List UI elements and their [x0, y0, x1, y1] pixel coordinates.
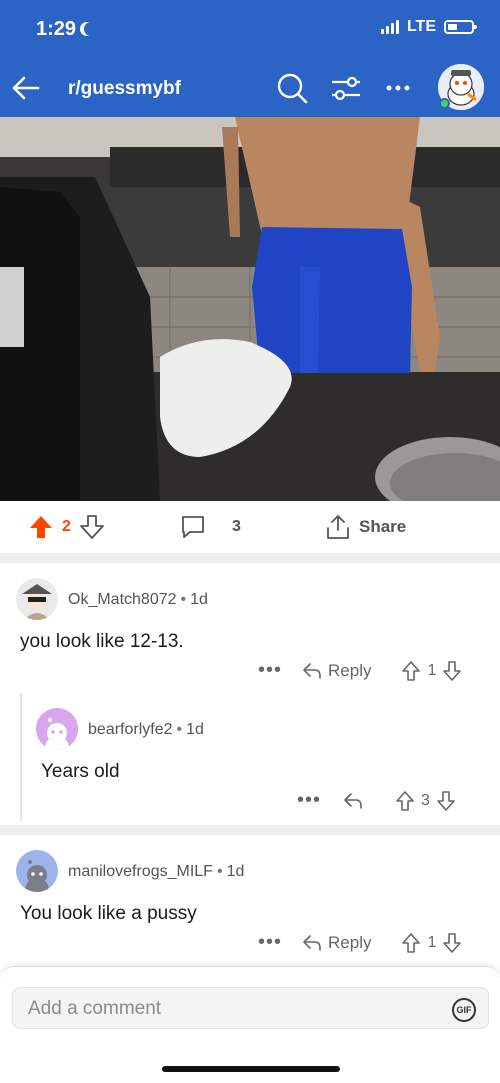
- upvote-icon[interactable]: [401, 660, 421, 682]
- share-icon: [327, 515, 349, 539]
- vote-count: 1: [427, 661, 437, 679]
- reply-icon: [303, 934, 321, 951]
- comment-actions: ••• Reply 1: [258, 931, 462, 954]
- gif-label: GIF: [456, 1005, 472, 1015]
- network-label: LTE: [406, 18, 436, 35]
- subreddit-title[interactable]: r/guessmybf: [68, 78, 181, 100]
- downvote-icon[interactable]: [442, 660, 462, 682]
- back-arrow-icon[interactable]: [8, 70, 44, 106]
- meta-separator: •: [176, 721, 183, 738]
- upvote-icon[interactable]: [28, 514, 54, 540]
- app-header: 1:29 LTE r/guessmybf: [0, 0, 500, 117]
- reply-label: Reply: [328, 660, 372, 680]
- comment-meta: manilovefrogs_MILF • 1d: [68, 863, 244, 881]
- clock-text: 1:29: [36, 18, 77, 40]
- section-divider: [0, 553, 500, 563]
- reply-button[interactable]: Reply: [302, 933, 371, 953]
- reply-button[interactable]: Reply: [302, 661, 371, 681]
- meta-separator: •: [180, 591, 187, 608]
- section-divider: [0, 825, 500, 835]
- comment-item: manilovefrogs_MILF • 1d You look like a pu…: [0, 835, 500, 965]
- more-options-icon[interactable]: •••: [258, 931, 282, 954]
- comment-icon: [182, 516, 204, 538]
- commenter-avatar[interactable]: [16, 850, 58, 892]
- add-comment-placeholder: Add a comment: [28, 998, 162, 1019]
- upvote-count: 2: [62, 518, 71, 535]
- commenter-avatar[interactable]: [16, 578, 58, 620]
- vote-group: 2: [28, 514, 105, 540]
- share-label: Share: [359, 517, 407, 536]
- battery-icon: [444, 20, 477, 34]
- status-indicators: LTE: [380, 18, 477, 36]
- add-comment-input[interactable]: Add a comment GIF: [12, 987, 489, 1029]
- vote-count: 1: [427, 933, 437, 951]
- status-time: 1:29: [36, 18, 98, 41]
- comment-body: You look like a pussy: [20, 903, 197, 924]
- upvote-icon[interactable]: [401, 932, 421, 954]
- upvote-icon[interactable]: [395, 790, 415, 812]
- downvote-icon[interactable]: [436, 790, 456, 812]
- comment-meta: Ok_Match8072 • 1d: [68, 591, 208, 609]
- vote-count: 3: [421, 791, 430, 809]
- online-status-dot: [439, 98, 450, 109]
- comment-body: Years old: [41, 761, 120, 782]
- reply-label: Reply: [328, 932, 372, 952]
- home-indicator[interactable]: [162, 1066, 340, 1072]
- comment-age: 1d: [190, 591, 208, 608]
- comment-item: Ok_Match8072 • 1d you look like 12-13. •••…: [0, 563, 500, 688]
- comment-username[interactable]: bearforlyfe2: [88, 721, 173, 738]
- comments-button[interactable]: 3: [180, 514, 241, 540]
- sort-filter-icon[interactable]: [328, 70, 364, 106]
- more-options-icon[interactable]: •••: [258, 659, 282, 682]
- comment-reply-item: bearforlyfe2 • 1d Years old ••• 3: [0, 693, 500, 823]
- comment-age: 1d: [186, 721, 204, 738]
- comment-meta: bearforlyfe2 • 1d: [88, 721, 204, 739]
- share-button[interactable]: Share: [325, 514, 406, 540]
- do-not-disturb-icon: [84, 22, 98, 36]
- more-options-icon[interactable]: •••: [297, 789, 321, 812]
- comment-body: you look like 12-13.: [20, 631, 184, 652]
- more-options-icon[interactable]: [380, 70, 416, 106]
- comment-username[interactable]: manilovefrogs_MILF: [68, 863, 213, 880]
- comment-age: 1d: [226, 863, 245, 880]
- commenter-avatar[interactable]: [36, 708, 78, 750]
- gif-icon[interactable]: GIF: [452, 998, 476, 1022]
- post-action-bar: 2 3 Share: [0, 501, 500, 553]
- signal-icon: [380, 20, 399, 34]
- comment-actions: ••• Reply 1: [258, 659, 462, 682]
- reply-icon[interactable]: [343, 792, 363, 810]
- post-image[interactable]: [0, 117, 500, 501]
- downvote-icon[interactable]: [442, 932, 462, 954]
- search-icon[interactable]: [274, 70, 310, 106]
- meta-separator: •: [216, 863, 223, 880]
- comment-username[interactable]: Ok_Match8072: [68, 591, 177, 608]
- comment-count: 3: [232, 518, 241, 535]
- comment-actions: ••• 3: [297, 789, 456, 812]
- downvote-icon[interactable]: [79, 514, 105, 540]
- reply-icon: [303, 662, 321, 679]
